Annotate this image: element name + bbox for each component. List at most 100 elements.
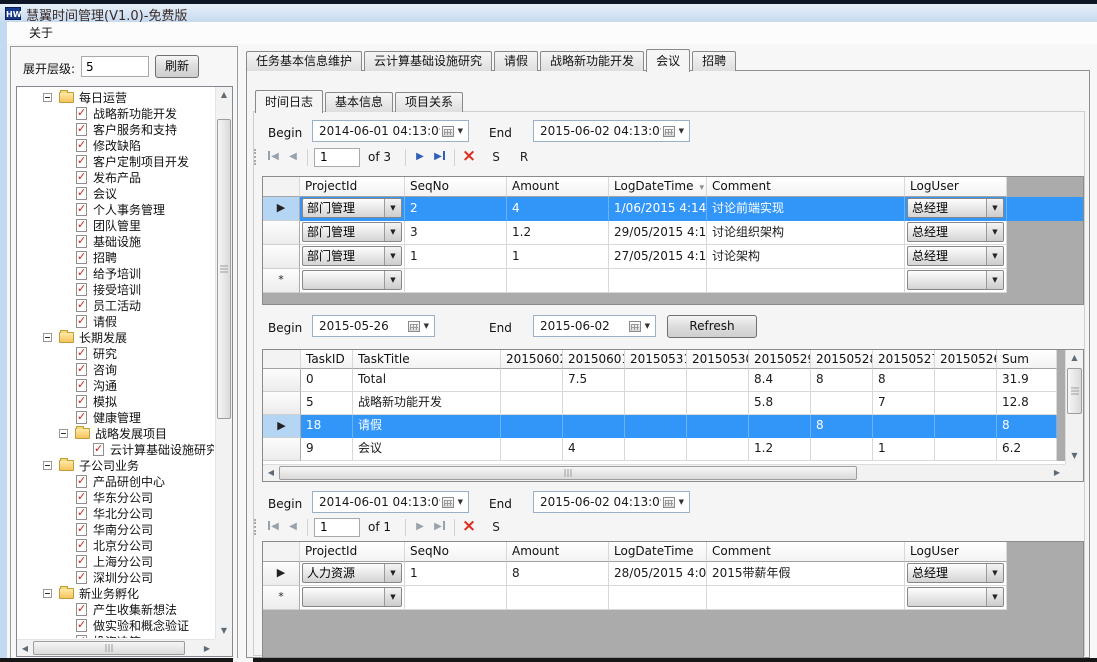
loguser-cell[interactable]: ▼ (905, 269, 1007, 293)
day-cell[interactable] (687, 369, 749, 392)
combo-arrow-icon[interactable]: ▼ (986, 247, 1003, 265)
projectid-cell[interactable]: 部门管理▼ (300, 221, 405, 245)
tab-basic-info[interactable]: 基本信息 (325, 92, 393, 112)
col-20150528[interactable]: 20150528 (811, 350, 873, 369)
col-projectid[interactable]: ProjectId (300, 542, 405, 562)
combo-arrow-icon[interactable]: ▼ (986, 564, 1003, 582)
logdatetime-cell[interactable] (609, 269, 707, 293)
grid2-row[interactable]: ▶ 18 请假 8 8 (263, 415, 1083, 438)
sum-cell[interactable]: 31.9 (997, 369, 1057, 392)
user-combo[interactable]: 总经理▼ (907, 246, 1004, 266)
col-20150527[interactable]: 20150527 (873, 350, 935, 369)
day-cell[interactable]: 7 (873, 392, 935, 415)
col-loguser[interactable]: LogUser (905, 542, 1007, 562)
tree-collapse-icon[interactable] (43, 333, 52, 342)
row-selector[interactable]: ▶ (263, 197, 300, 221)
col-logdatetime[interactable]: LogDateTime (609, 542, 707, 562)
tree-horizontal-scrollbar[interactable]: ◀ ▶ (17, 639, 215, 656)
begin-datetime-picker-1[interactable]: 2014-06-01 04:13:09 ▼ (312, 120, 469, 142)
grid3-new-row[interactable]: * ▼ ▼ (263, 586, 1083, 610)
tab-cloud-research[interactable]: 云计算基础设施研究 (364, 51, 492, 71)
grid3-row[interactable]: ▶ 人力资源▼ 1 8 28/05/2015 4:09... 2015带薪年假 … (263, 562, 1083, 586)
projectid-cell[interactable]: 部门管理▼ (300, 197, 405, 221)
move-previous-button[interactable]: ◀ (283, 147, 303, 167)
combo-arrow-icon[interactable]: ▼ (384, 564, 401, 582)
amount-cell[interactable] (507, 269, 609, 293)
sum-cell[interactable]: 8 (997, 415, 1057, 438)
tree-item[interactable]: 每日运营 (43, 89, 214, 105)
tree-refresh-button[interactable]: 刷新 (155, 55, 199, 78)
end-datetime-picker-1[interactable]: 2015-06-02 04:13:09 ▼ (533, 120, 690, 142)
amount-cell[interactable]: 1 (507, 245, 609, 269)
calendar-dropdown-button[interactable]: ▼ (440, 497, 468, 508)
combo-arrow-icon[interactable]: ▼ (986, 199, 1003, 217)
tab-recruit[interactable]: 招聘 (692, 51, 736, 71)
day-cell[interactable]: 8 (811, 415, 873, 438)
begin-datetime-picker-3[interactable]: 2014-06-01 04:13:09 ▼ (312, 491, 469, 513)
delete-button[interactable]: × (459, 147, 479, 167)
day-cell[interactable] (749, 415, 811, 438)
amount-cell[interactable]: 8 (507, 562, 609, 586)
tree-item[interactable]: 健康管理 (76, 409, 214, 425)
col-comment[interactable]: Comment (707, 542, 905, 562)
comment-cell[interactable]: 2015带薪年假 (707, 562, 905, 586)
day-cell[interactable] (935, 438, 997, 461)
day-cell[interactable]: 1.2 (749, 438, 811, 461)
day-cell[interactable] (501, 392, 563, 415)
logdatetime-cell[interactable]: 28/05/2015 4:09... (609, 562, 707, 586)
user-combo[interactable]: 总经理▼ (907, 563, 1004, 583)
tree-item[interactable]: 模拟 (76, 393, 214, 409)
loguser-cell[interactable]: 总经理▼ (905, 245, 1007, 269)
tree-collapse-icon[interactable] (43, 461, 52, 470)
combo-arrow-icon[interactable]: ▼ (384, 199, 401, 217)
col-seqno[interactable]: SeqNo (405, 177, 507, 197)
calendar-dropdown-button[interactable]: ▼ (661, 497, 689, 508)
grid1-row[interactable]: ▶ 部门管理▼ 2 4 1/06/2015 4:14 ... 讨论前端实现 总经… (263, 197, 1083, 221)
col-20150529[interactable]: 20150529 (749, 350, 811, 369)
seqno-cell[interactable]: 2 (405, 197, 507, 221)
day-cell[interactable]: 5.8 (749, 392, 811, 415)
col-20150530[interactable]: 20150530 (687, 350, 749, 369)
col-amount[interactable]: Amount (507, 542, 609, 562)
col-comment[interactable]: Comment (707, 177, 905, 197)
scroll-right-icon[interactable]: ▶ (1051, 465, 1063, 481)
logdatetime-cell[interactable]: 27/05/2015 4:13... (609, 245, 707, 269)
row-selector[interactable] (263, 369, 301, 392)
tree-item[interactable]: 华北分公司 (76, 505, 214, 521)
scroll-up-icon[interactable]: ▲ (216, 87, 232, 103)
tasktitle-cell[interactable]: 会议 (353, 438, 501, 461)
grid2-vertical-scrollbar[interactable]: ▲ ▼ (1065, 350, 1083, 464)
col-tasktitle[interactable]: TaskTitle (353, 350, 501, 369)
seqno-cell[interactable] (405, 269, 507, 293)
calendar-dropdown-button[interactable]: ▼ (406, 321, 434, 332)
tree-item[interactable]: 投资决策 (76, 633, 214, 638)
calendar-dropdown-button[interactable]: ▼ (661, 126, 689, 137)
tab-strategic-dev[interactable]: 战略新功能开发 (540, 51, 644, 71)
project-combo[interactable]: 部门管理▼ (302, 198, 402, 218)
begin-date-picker-2[interactable]: 2015-05-26 ▼ (312, 315, 435, 337)
combo-arrow-icon[interactable]: ▼ (384, 271, 401, 289)
scroll-up-icon[interactable]: ▲ (1066, 350, 1083, 366)
new-row-selector[interactable]: * (263, 269, 300, 293)
calendar-dropdown-button[interactable]: ▼ (627, 321, 655, 332)
taskid-cell[interactable]: 9 (301, 438, 353, 461)
tree-item[interactable]: 基础设施 (76, 233, 214, 249)
row-selector[interactable]: ▶ (263, 562, 300, 586)
combo-arrow-icon[interactable]: ▼ (986, 271, 1003, 289)
move-first-button[interactable]: ◀ (263, 147, 283, 167)
tree-item[interactable]: 北京分公司 (76, 537, 214, 553)
taskid-cell[interactable]: 18 (301, 415, 353, 438)
tasktitle-cell[interactable]: Total (353, 369, 501, 392)
amount-cell[interactable]: 4 (507, 197, 609, 221)
col-loguser[interactable]: LogUser (905, 177, 1007, 197)
day-cell[interactable]: 1 (873, 438, 935, 461)
seqno-cell[interactable]: 3 (405, 221, 507, 245)
save-button[interactable]: S (487, 150, 505, 164)
tree-item[interactable]: 请假 (76, 313, 214, 329)
row-selector[interactable] (263, 245, 300, 269)
day-cell[interactable] (687, 415, 749, 438)
day-cell[interactable]: 8.4 (749, 369, 811, 392)
tree-item[interactable]: 产品研创中心 (76, 473, 214, 489)
day-cell[interactable] (625, 438, 687, 461)
row-selector[interactable] (263, 438, 301, 461)
